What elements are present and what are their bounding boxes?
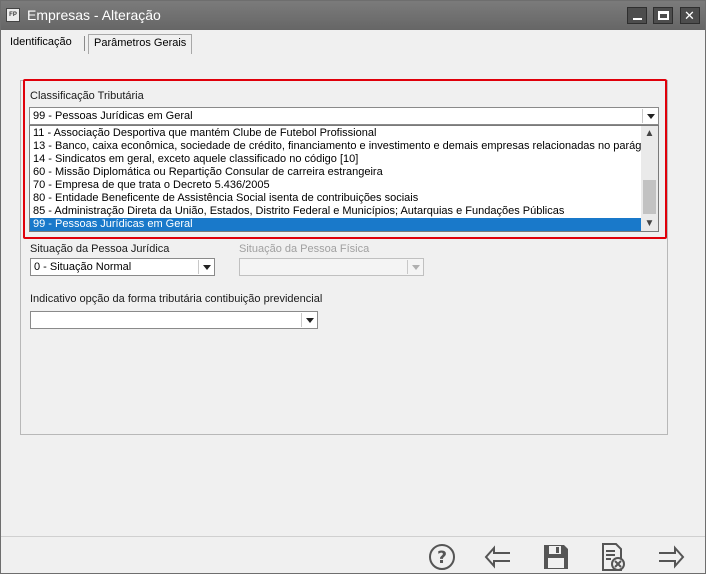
situacao-pj-value: 0 - Situação Normal [34,261,132,273]
situacao-pf-combo [239,258,424,276]
situacao-pj-dropdown-button[interactable] [198,260,213,274]
minimize-icon [633,18,642,20]
app-icon: FP [6,8,20,22]
chevron-down-icon [306,318,314,323]
chevron-down-icon [412,265,420,270]
back-arrow-icon [484,545,510,569]
help-icon: ? [429,544,455,570]
save-button[interactable] [540,541,572,573]
minimize-button[interactable] [627,7,647,24]
cancel-document-button[interactable] [597,541,629,573]
svg-text:?: ? [437,548,447,568]
situacao-pf-dropdown-button [407,260,422,274]
forward-arrow-icon [659,545,685,569]
chevron-down-icon [203,265,211,270]
help-button[interactable]: ? [426,541,458,573]
situacao-pf-label: Situação da Pessoa Física [239,243,370,255]
back-button[interactable] [484,541,516,573]
close-icon: ✕ [684,8,695,23]
forward-button[interactable] [653,541,685,573]
indicativo-label: Indicativo opção da forma tributária con… [30,293,323,305]
cancel-document-icon [602,543,625,571]
footer-divider [1,536,705,537]
window: FP Empresas - Alteração ✕ Identificação … [0,0,706,574]
situacao-pj-label: Situação da Pessoa Jurídica [30,243,170,255]
tab-parametros-gerais[interactable]: Parâmetros Gerais [88,34,193,54]
situacao-pj-combo[interactable]: 0 - Situação Normal [30,258,215,276]
tab-bar: Identificação Parâmetros Gerais [1,30,705,54]
highlight-box [23,79,667,239]
tab-separator [84,36,85,51]
save-icon [544,545,568,569]
window-title: Empresas - Alteração [27,7,161,23]
title-bar[interactable]: FP Empresas - Alteração ✕ [1,1,705,30]
close-button[interactable]: ✕ [680,7,700,24]
indicativo-combo[interactable] [30,311,318,329]
tab-identificacao[interactable]: Identificação [5,34,77,54]
maximize-button[interactable] [653,7,673,24]
indicativo-dropdown-button[interactable] [301,313,316,327]
maximize-icon [658,11,669,20]
